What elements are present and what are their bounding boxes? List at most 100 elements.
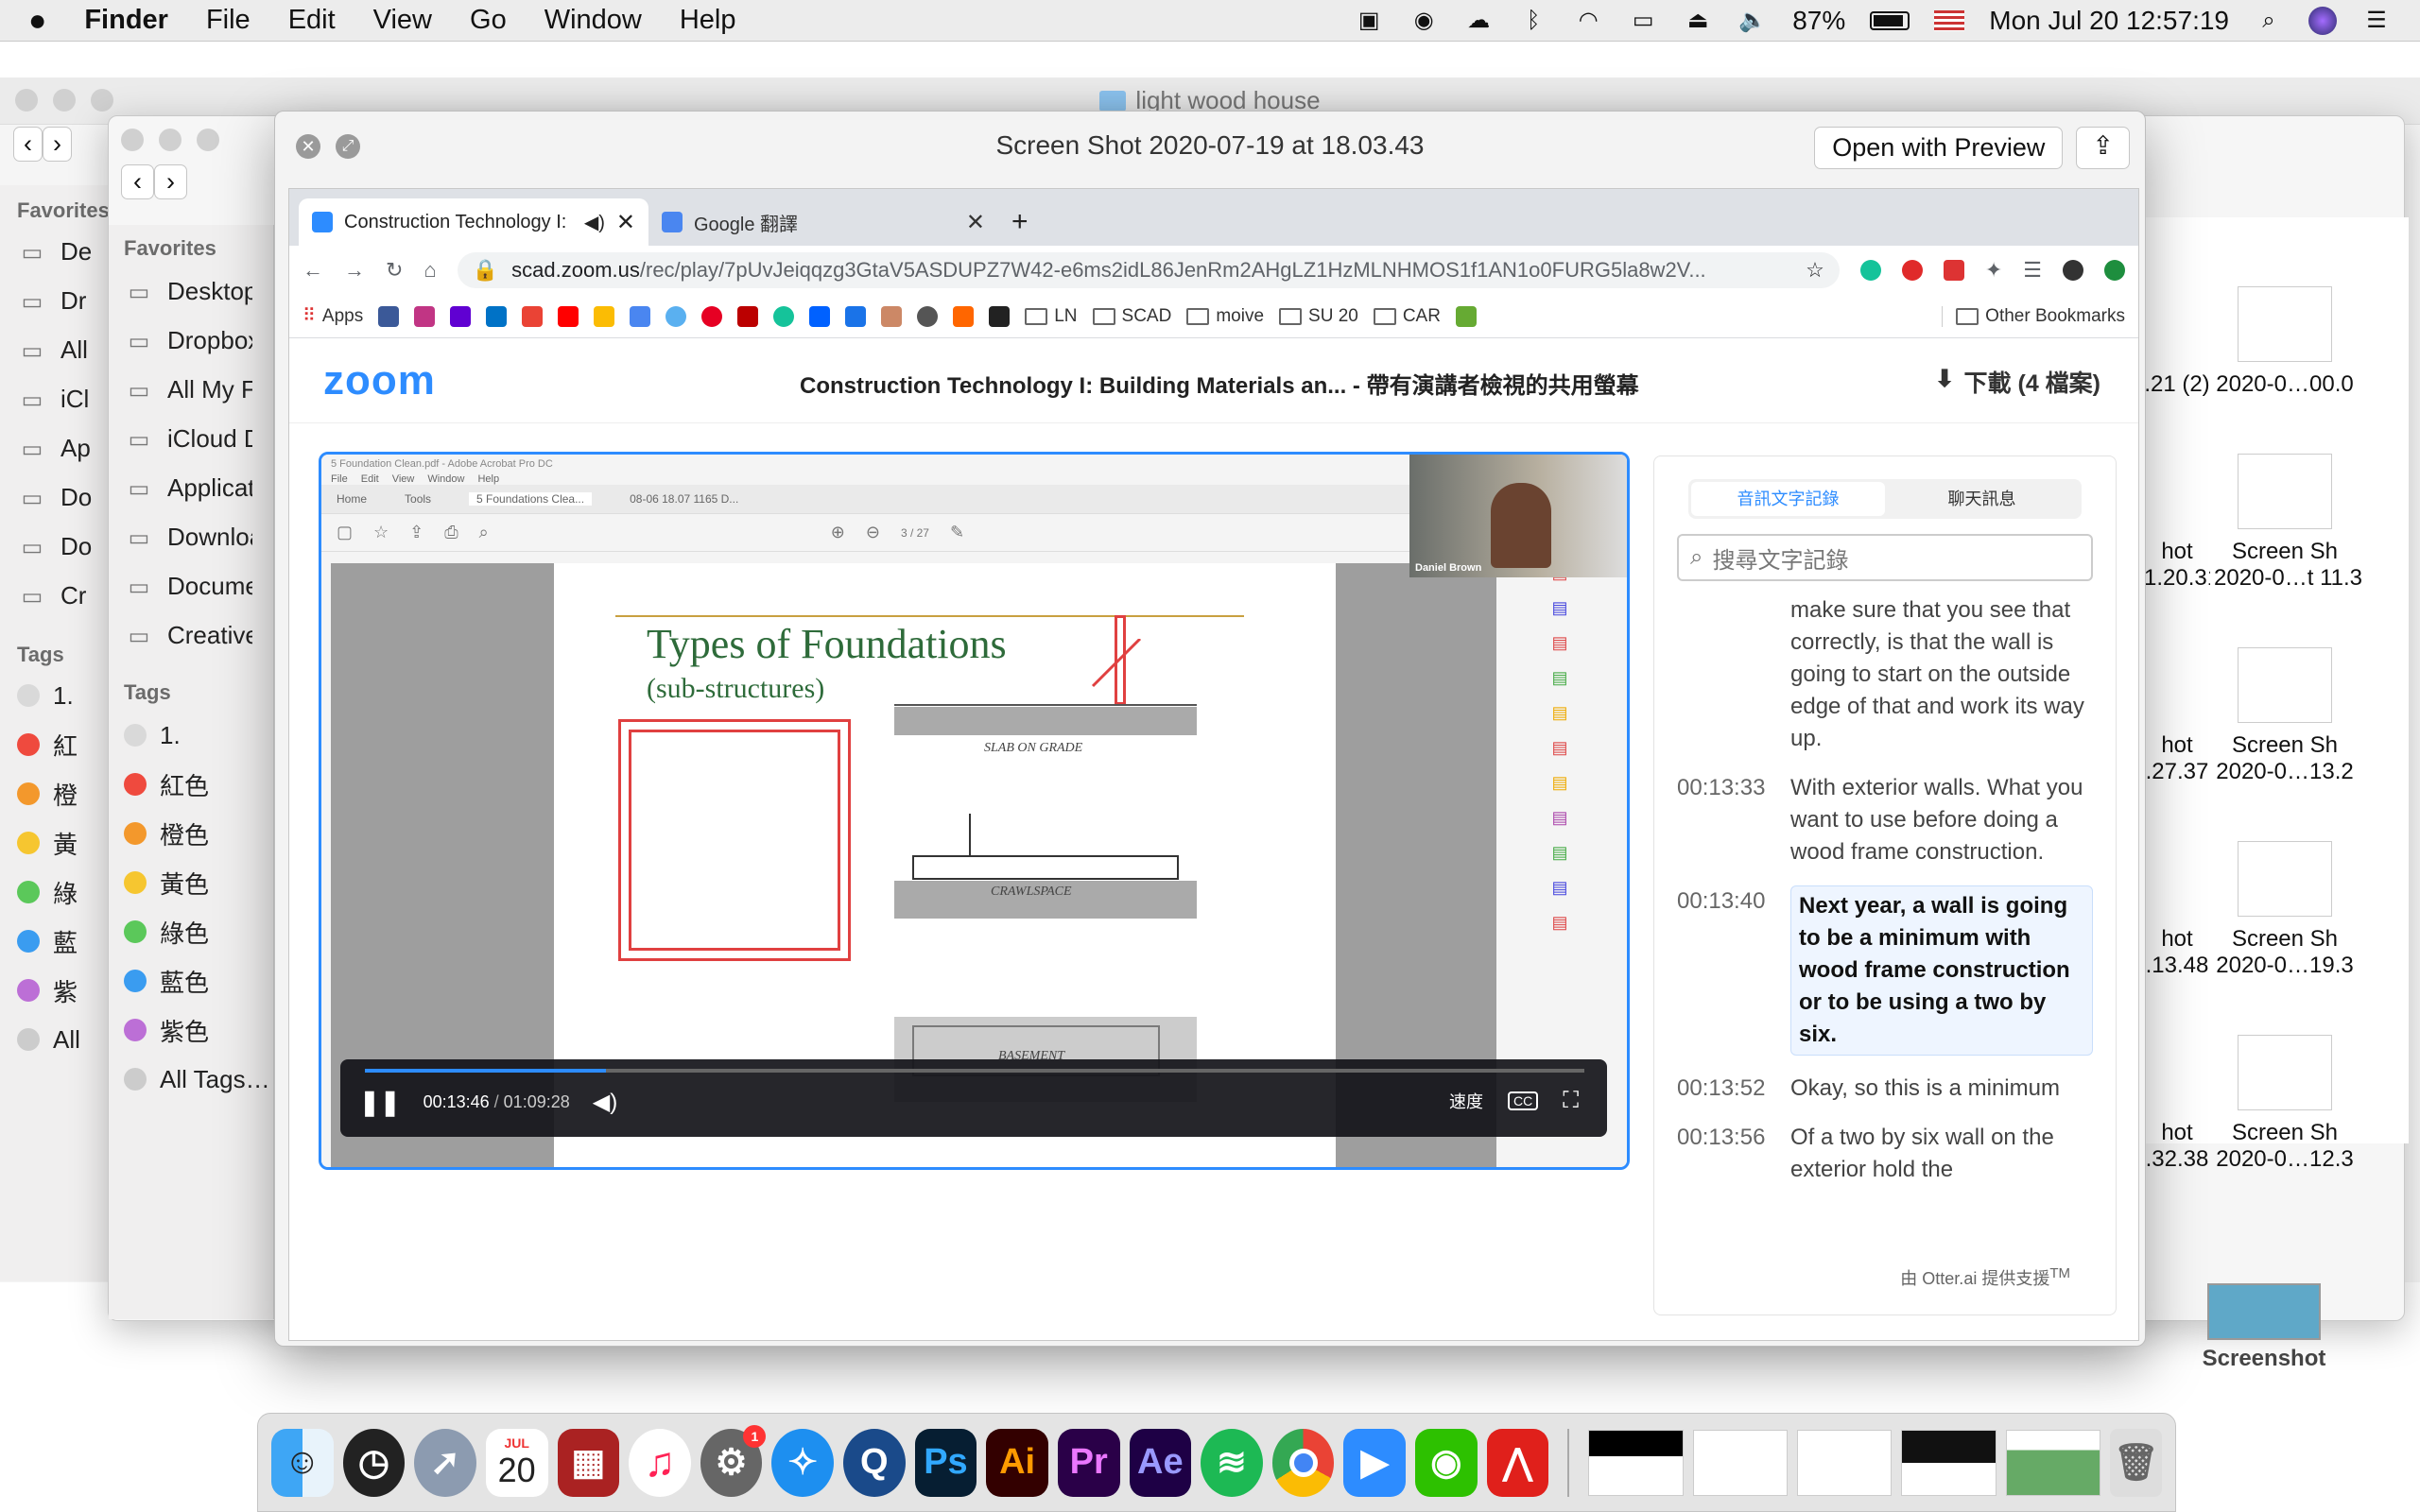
sidebar-item[interactable]: ▭ All My Files xyxy=(124,365,273,414)
menu-window[interactable]: Window xyxy=(544,5,642,36)
wechat-status-icon[interactable]: ◉ xyxy=(1409,8,1439,34)
tab-chat[interactable]: 聊天訊息 xyxy=(1885,482,2079,516)
sidebar-item[interactable]: ▭ Ap xyxy=(17,423,108,472)
transcript-search[interactable]: ⌕ 搜尋文字記錄 xyxy=(1677,534,2093,581)
eject-icon[interactable]: ⏏ xyxy=(1683,8,1713,34)
minimize-button[interactable] xyxy=(159,129,182,151)
file-item[interactable]: hot .32.38 xyxy=(2144,1120,2210,1173)
bluetooth-icon[interactable]: ᛒ xyxy=(1518,8,1548,34)
dropbox-icon[interactable] xyxy=(809,305,831,327)
recent-window-thumbnail[interactable] xyxy=(2005,1429,2101,1496)
extensions-puzzle-icon[interactable]: ✦ xyxy=(1985,258,2002,283)
pinterest-icon[interactable] xyxy=(701,305,723,327)
sidebar-tag-item[interactable]: 1. xyxy=(17,671,108,720)
transcript-timestamp[interactable] xyxy=(1677,594,1770,755)
file-item[interactable]: hot 1.20.31 xyxy=(2144,539,2210,592)
file-item[interactable]: hot .27.37 xyxy=(2144,732,2210,785)
recent-window-thumbnail[interactable] xyxy=(1692,1429,1788,1496)
bookmark-folder-ln[interactable]: LN xyxy=(1025,306,1078,327)
adblock-extension-icon[interactable] xyxy=(1901,260,1923,281)
battery-percent[interactable]: 87% xyxy=(1792,6,1845,36)
bookmark-folder-car[interactable]: CAR xyxy=(1373,306,1441,327)
apple-icon[interactable]: ● xyxy=(28,3,46,38)
transcript-entry[interactable]: 00:13:52 Okay, so this is a minimum xyxy=(1677,1073,2093,1105)
outlook-icon[interactable] xyxy=(486,305,508,327)
music-dock-icon[interactable]: ♫ xyxy=(629,1428,691,1497)
spotify-dock-icon[interactable]: ≋ xyxy=(1201,1428,1263,1497)
fullscreen-icon[interactable]: ⤢ xyxy=(336,134,360,159)
speaker-video[interactable]: Daniel Brown xyxy=(1409,455,1627,577)
calendar-dock-icon[interactable]: JUL 20 xyxy=(485,1428,548,1497)
clock[interactable]: Mon Jul 20 12:57:19 xyxy=(1989,6,2229,36)
spotlight-search-icon[interactable]: ⌕ xyxy=(2254,8,2284,34)
sidebar-item[interactable]: ▭ Documents xyxy=(124,561,273,610)
sidebar-item[interactable]: ▭ Do xyxy=(17,472,108,522)
bookmark-folder-moive[interactable]: moive xyxy=(1186,306,1264,327)
google-drive-icon[interactable] xyxy=(594,305,615,327)
photoshop-dock-icon[interactable]: Ps xyxy=(914,1428,977,1497)
safari-dock-icon[interactable]: ✧ xyxy=(771,1428,834,1497)
file-item[interactable]: Screen Sh 2020-0…t 11.3 xyxy=(2214,454,2362,592)
quicktime-dock-icon[interactable]: Q xyxy=(843,1428,906,1497)
back-button[interactable]: ‹ xyxy=(121,164,154,199)
grammarly-icon[interactable] xyxy=(773,305,795,327)
flag-icon[interactable] xyxy=(1934,10,1965,31)
sidebar-item[interactable]: ▭ Desktop xyxy=(124,266,273,316)
zoom-status-icon[interactable]: ▣ xyxy=(1354,8,1384,34)
sidebar-tag-item[interactable]: 藍 xyxy=(17,917,108,966)
blackboard-icon[interactable] xyxy=(989,305,1011,327)
after-effects-dock-icon[interactable]: Ae xyxy=(1129,1428,1192,1497)
sidebar-item[interactable]: ▭ Downloads xyxy=(124,512,273,561)
transcript-timestamp[interactable]: 00:13:56 xyxy=(1677,1122,1770,1186)
update-icon[interactable] xyxy=(2104,260,2125,281)
file-item[interactable]: .21 (2) xyxy=(2144,371,2210,398)
gmail-icon[interactable] xyxy=(522,305,544,327)
sidebar-tag-item[interactable]: 黃色 xyxy=(124,858,273,907)
tab-transcript[interactable]: 音訊文字記錄 xyxy=(1691,482,1885,516)
fullscreen-icon[interactable]: ⛶ xyxy=(1563,1088,1579,1114)
transcript-timestamp[interactable]: 00:13:52 xyxy=(1677,1073,1770,1105)
chrome-dock-icon[interactable] xyxy=(1271,1428,1335,1497)
video-player[interactable]: 5 Foundation Clean.pdf - Adobe Acrobat P… xyxy=(319,452,1630,1170)
sidebar-tag-item[interactable]: 紅色 xyxy=(124,760,273,809)
bookmark-apps[interactable]: ⠿ Apps xyxy=(302,305,363,327)
siri-icon[interactable] xyxy=(2308,7,2337,35)
menu-file[interactable]: File xyxy=(206,5,251,36)
sidebar-item[interactable]: ▭ All xyxy=(17,325,108,374)
finder-dock-icon[interactable]: ☺ xyxy=(271,1428,334,1497)
back-button[interactable]: ‹ xyxy=(13,127,43,162)
transcript-entry[interactable]: make sure that you see that correctly, i… xyxy=(1677,594,2093,755)
sidebar-item[interactable]: ▭ iCloud Drive xyxy=(124,414,273,463)
closed-captions-icon[interactable]: CC xyxy=(1507,1091,1539,1110)
menu-go[interactable]: Go xyxy=(470,5,507,36)
forward-button[interactable]: › xyxy=(154,164,187,199)
sidebar-tag-item[interactable]: All Tags… xyxy=(124,1055,273,1104)
illustrator-dock-icon[interactable]: Ai xyxy=(986,1428,1048,1497)
recent-window-thumbnail[interactable] xyxy=(1796,1429,1893,1496)
tab-zoom-recording[interactable]: Construction Technology I: ◀) ✕ xyxy=(299,198,648,246)
acrobat-dock-icon[interactable]: ⋀ xyxy=(1486,1428,1549,1497)
sidebar-tag-item[interactable]: 綠色 xyxy=(124,907,273,956)
transcript-timestamp[interactable]: 00:13:40 xyxy=(1677,885,1770,1056)
youtube-icon[interactable] xyxy=(558,305,579,327)
sidebar-tag-item[interactable]: All xyxy=(17,1015,108,1064)
profile-avatar[interactable] xyxy=(2063,260,2083,281)
sidebar-tag-item[interactable]: 紅 xyxy=(17,720,108,769)
creative-cloud-icon[interactable]: ☁ xyxy=(1463,8,1494,34)
battery-icon[interactable] xyxy=(1870,11,1910,30)
menu-help[interactable]: Help xyxy=(680,5,736,36)
sidebar-tag-item[interactable]: 藍色 xyxy=(124,956,273,1005)
screenshot-folder[interactable]: Screenshot xyxy=(2193,1283,2335,1372)
pdf-extension-icon[interactable] xyxy=(1943,260,1964,281)
sidebar-item[interactable]: ▭ Dropbox xyxy=(124,316,273,365)
minimize-button[interactable] xyxy=(53,89,76,112)
menu-view[interactable]: View xyxy=(373,5,432,36)
photo-booth-dock-icon[interactable]: ▦ xyxy=(557,1428,620,1497)
bookmark-folder-scad[interactable]: SCAD xyxy=(1092,306,1171,327)
speed-button[interactable]: 速度 xyxy=(1449,1089,1483,1113)
flower-icon[interactable] xyxy=(881,305,903,327)
avatar-bookmark-icon[interactable] xyxy=(1455,305,1477,327)
sidebar-item[interactable]: ▭ De xyxy=(17,227,108,276)
sidebar-tag-item[interactable]: 橙色 xyxy=(124,809,273,858)
sidebar-item[interactable]: ▭ Do xyxy=(17,522,108,571)
